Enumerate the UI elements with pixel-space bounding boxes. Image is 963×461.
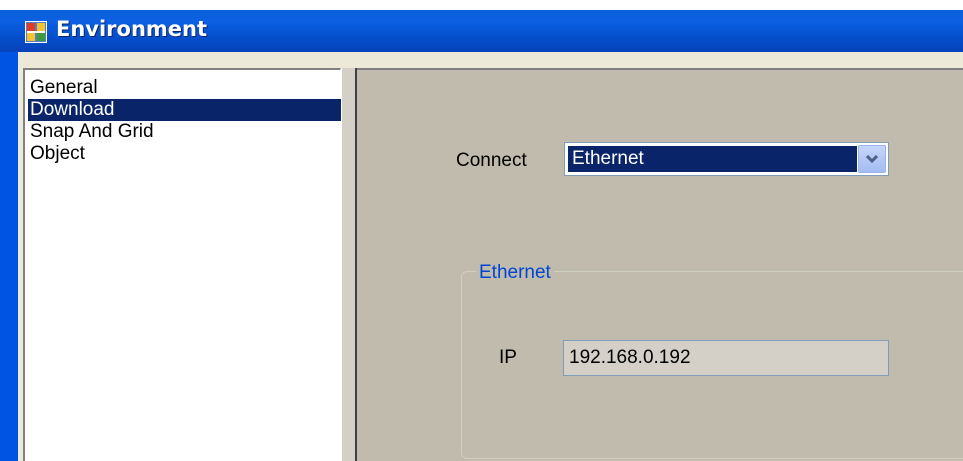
window-frame-left xyxy=(0,52,18,461)
ip-address-field[interactable]: 192.168.0.192 xyxy=(563,340,889,376)
ip-label: IP xyxy=(499,347,517,368)
window-title: Environment xyxy=(56,17,208,41)
category-list[interactable]: General Download Snap And Grid Object xyxy=(23,68,341,461)
connect-dropdown-value[interactable]: Ethernet xyxy=(568,146,857,172)
category-item-snap-and-grid[interactable]: Snap And Grid xyxy=(28,121,340,143)
connect-label: Connect xyxy=(456,150,527,171)
environment-window: Environment General Download Snap And Gr… xyxy=(0,0,963,461)
environment-app-icon[interactable] xyxy=(25,21,47,43)
connect-dropdown[interactable]: Ethernet xyxy=(564,142,889,176)
category-item-general[interactable]: General xyxy=(28,77,340,99)
category-item-object[interactable]: Object xyxy=(28,143,340,165)
category-item-download[interactable]: Download xyxy=(28,99,341,121)
ethernet-group-title: Ethernet xyxy=(476,262,554,284)
category-list-items: General Download Snap And Grid Object xyxy=(28,77,341,165)
connect-dropdown-button[interactable] xyxy=(858,145,886,173)
panel-splitter[interactable] xyxy=(341,68,357,461)
